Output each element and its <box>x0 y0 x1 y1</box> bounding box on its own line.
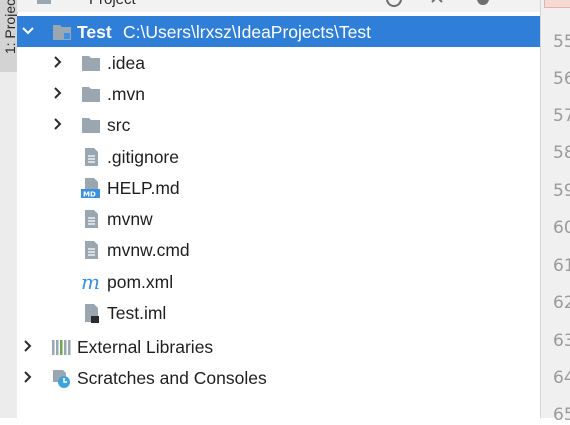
tree-row-folder[interactable]: src <box>17 109 540 140</box>
text-file-icon <box>85 210 98 228</box>
project-panel-header: Project <box>17 0 540 12</box>
project-tree: Test C:\Users\lrxsz\IdeaProjects\Test .i… <box>17 14 540 418</box>
module-folder-icon <box>53 25 71 40</box>
project-tool-tab-label: 1: Project <box>2 0 18 55</box>
tree-row-root[interactable]: Test C:\Users\lrxsz\IdeaProjects\Test <box>17 16 540 47</box>
chevron-down-icon[interactable] <box>21 24 35 38</box>
line-number: 58 <box>553 143 570 163</box>
project-panel-title: Project <box>89 0 136 8</box>
collapse-all-icon[interactable] <box>428 0 446 8</box>
svg-text:m: m <box>81 271 100 293</box>
markdown-file-icon: MD <box>81 178 100 199</box>
line-number: 61 <box>553 256 570 276</box>
tree-row-file[interactable]: Test.iml <box>17 297 540 328</box>
file-name: .gitignore <box>107 147 179 167</box>
scratches-icon <box>53 370 70 388</box>
libraries-icon <box>52 340 71 355</box>
line-number: 60 <box>553 218 570 238</box>
line-number: 62 <box>553 293 570 313</box>
tree-row-external-libraries[interactable]: External Libraries <box>17 331 540 362</box>
text-file-icon <box>85 241 98 259</box>
folder-icon <box>82 87 100 102</box>
maven-icon: m <box>81 271 100 293</box>
chevron-right-icon[interactable] <box>51 117 65 131</box>
scratches-label: Scratches and Consoles <box>77 368 267 388</box>
file-name: mvnw.cmd <box>107 240 190 260</box>
line-number: 59 <box>553 181 570 201</box>
chevron-right-icon[interactable] <box>21 339 35 353</box>
tree-row-file[interactable]: MD HELP.md <box>17 172 540 203</box>
folder-icon <box>82 56 100 71</box>
line-number: 56 <box>553 69 570 89</box>
line-number: 64 <box>553 368 570 388</box>
editor-tab[interactable] <box>544 0 570 8</box>
tool-window-stripe: 1: Project <box>0 0 18 418</box>
project-tool-tab[interactable]: 1: Project <box>0 0 18 72</box>
tree-row-file[interactable]: .gitignore <box>17 141 540 172</box>
editor-gutter: 55 56 57 58 59 60 61 62 63 64 65 <box>540 0 570 425</box>
line-number: 57 <box>553 106 570 126</box>
file-name: pom.xml <box>107 272 174 292</box>
root-name: Test <box>77 22 112 42</box>
line-number: 63 <box>553 331 570 351</box>
tree-row-file[interactable]: mvnw <box>17 203 540 234</box>
chevron-right-icon[interactable] <box>21 370 35 384</box>
external-libraries-label: External Libraries <box>77 337 214 357</box>
tree-row-folder[interactable]: .mvn <box>17 78 540 109</box>
file-name: HELP.md <box>107 178 180 198</box>
iml-file-icon <box>85 304 99 323</box>
project-view-icon <box>37 0 51 4</box>
folder-name: .idea <box>107 53 145 73</box>
gear-icon[interactable] <box>474 0 492 8</box>
tree-row-folder[interactable]: .idea <box>17 47 540 78</box>
folder-name: src <box>107 115 131 135</box>
text-file-icon <box>85 148 98 166</box>
line-number: 55 <box>553 32 570 52</box>
file-name: Test.iml <box>107 303 167 323</box>
locate-icon[interactable] <box>385 0 403 8</box>
tree-row-file[interactable]: m pom.xml <box>17 266 540 297</box>
root-path: C:\Users\lrxsz\IdeaProjects\Test <box>123 22 371 42</box>
chevron-right-icon[interactable] <box>51 86 65 100</box>
line-number: 65 <box>553 405 570 425</box>
folder-icon <box>82 118 100 133</box>
chevron-right-icon[interactable] <box>51 55 65 69</box>
tree-row-scratches[interactable]: Scratches and Consoles <box>17 362 540 393</box>
svg-text:MD: MD <box>83 191 96 199</box>
folder-name: .mvn <box>107 84 145 104</box>
file-name: mvnw <box>107 209 153 229</box>
tree-row-file[interactable]: mvnw.cmd <box>17 234 540 265</box>
